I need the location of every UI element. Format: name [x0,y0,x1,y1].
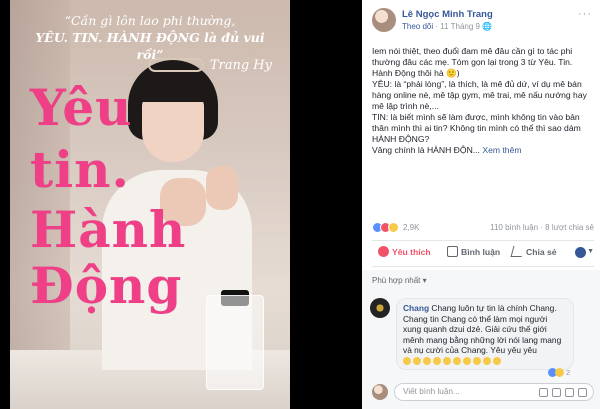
poster-word-hanh: Hành [30,200,187,259]
emoji-icon [473,356,481,365]
camera-icon[interactable] [552,388,561,397]
comment-reactions[interactable]: 2 [548,368,570,377]
divider [372,266,594,267]
emoji-icon [483,356,491,365]
heart-icon [378,246,389,257]
post-panel: Lê Ngọc Minh Trang Theo dõi · 11 Tháng 9… [362,0,600,409]
comment-placeholder: Viết bình luận... [403,387,460,396]
post-date[interactable]: 11 Tháng 9 [440,22,480,31]
haha-reaction-icon [555,368,564,377]
like-button[interactable]: Yêu thích [378,246,431,257]
photo-viewer: “Cần gì lôn lao phi thường, YÊU. TIN. HÀ… [0,0,362,409]
share-label: Chia sẻ [526,246,557,257]
comments-count[interactable]: 110 bình luận [490,223,538,232]
gif-icon[interactable] [565,388,574,397]
comment-button[interactable]: Bình luận [447,246,500,257]
post-paragraph: TIN: là biết mình sẽ làm được, mình khôn… [372,112,581,144]
write-comment: Viết bình luận... [372,383,594,403]
post-paragraph: Iem nói thiệt, theo đuổi đam mê đâu cần … [372,46,573,78]
emoji-icon [403,356,411,365]
comment-icon [447,246,458,257]
poster-word-tin: tin. [30,140,130,199]
reactions-bar: 2,9K 110 bình luận · 8 lượt chia sẻ [372,222,594,234]
emoji-icon [413,356,421,365]
post-actions: Yêu thích Bình luận Chia sẻ ▼ [372,246,594,262]
person-face [142,96,204,162]
comment-tools [539,388,587,397]
see-more-link[interactable]: Xem thêm [482,145,521,155]
emoji-icon [443,356,451,365]
chevron-down-icon[interactable]: ▼ [587,248,594,255]
person-bangs [138,82,208,102]
comment-emojis [403,356,567,365]
emoji-icon [493,356,501,365]
emoji-picker-icon[interactable] [539,388,548,397]
audience-globe-icon[interactable] [575,247,586,258]
sticker-icon[interactable] [578,388,587,397]
commenter-avatar[interactable] [370,298,390,318]
emoji-icon [423,356,431,365]
share-button[interactable]: Chia sẻ [510,246,557,257]
globe-icon: 🌐 [482,22,493,31]
post-photo: “Cần gì lôn lao phi thường, YÊU. TIN. HÀ… [10,0,290,409]
comment-reaction-count: 2 [566,368,571,377]
author-avatar[interactable] [372,8,396,32]
emoji-icon [453,356,461,365]
emoji-icon [433,356,441,365]
quote-line-1: “Cần gì lôn lao phi thường, [64,13,236,28]
comment-input[interactable]: Viết bình luận... [394,383,594,401]
post-paragraph: YÊU: là “phải lòng”, là thích, là mê đủ … [372,79,587,111]
post-paragraph-text: Vâng chính là HÀNH ĐỘN... [372,145,480,155]
post-stats: 110 bình luận · 8 lượt chia sẻ [490,223,594,232]
perfume-bottle [206,295,264,390]
follow-link[interactable]: Theo dõi [402,22,433,31]
share-icon [510,246,525,257]
reaction-count[interactable]: 2,9K [403,223,419,232]
signature: Trang Hy [209,58,272,73]
hand [206,166,238,210]
poster-word-yeu: Yêu [30,78,133,137]
poster-quote: “Cần gì lôn lao phi thường, YÊU. TIN. HÀ… [22,12,278,63]
post-body: Iem nói thiệt, theo đuổi đam mê đâu cần … [372,46,594,156]
comments-section: Phù hợp nhất ▾ Chang Chang luôn tự tin l… [362,270,600,409]
comment-sort-dropdown[interactable]: Phù hợp nhất ▾ [372,276,427,285]
divider [372,240,594,241]
poster-word-dong: Động [30,256,183,315]
haha-reaction-icon[interactable] [388,222,399,233]
comment-bubble: Chang Chang luôn tự tin là chính Chang. … [396,298,574,370]
post-header: Lê Ngọc Minh Trang Theo dõi · 11 Tháng 9… [372,8,592,36]
emoji-icon [463,356,471,365]
shares-count[interactable]: 8 lượt chia sẻ [545,223,594,232]
like-label: Yêu thích [392,246,431,257]
author-name[interactable]: Lê Ngọc Minh Trang [402,9,493,20]
post-meta: Theo dõi · 11 Tháng 9 🌐 [402,22,492,31]
user-avatar [372,384,388,400]
post-paragraph: Vâng chính là HÀNH ĐỘN... Xem thêm [372,145,594,156]
comment-label: Bình luận [461,246,501,257]
comment-author[interactable]: Chang [403,303,429,313]
more-options-icon[interactable]: ··· [578,8,592,20]
